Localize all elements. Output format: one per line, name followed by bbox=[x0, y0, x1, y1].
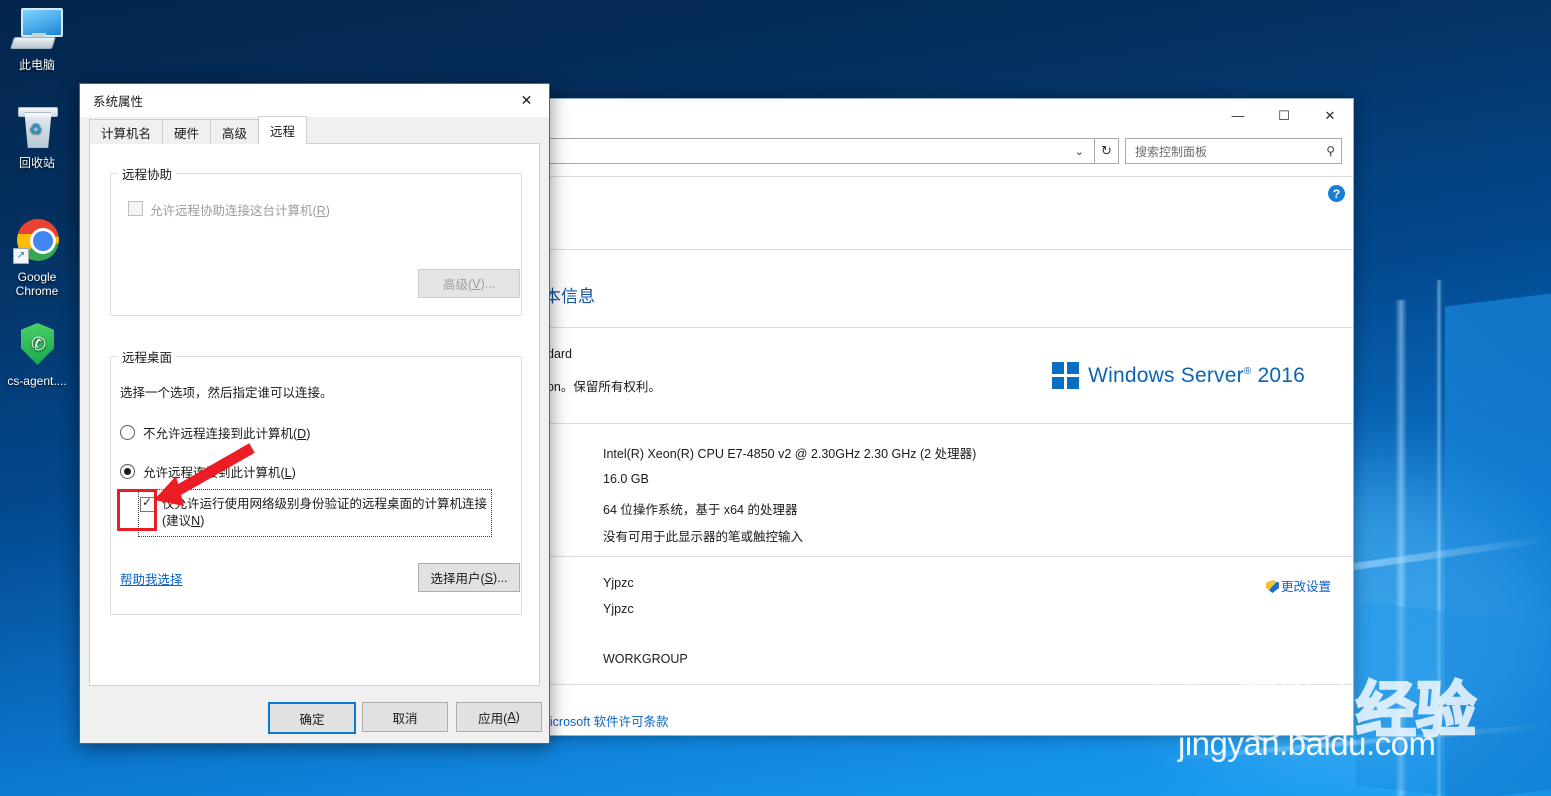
desktop-icon-this-pc[interactable]: 此电脑 bbox=[0, 6, 74, 72]
tab-remote[interactable]: 远程 bbox=[258, 116, 308, 144]
search-input[interactable]: 搜索控制面板 ⚲ bbox=[1125, 138, 1342, 164]
address-text: 统 bbox=[462, 143, 1069, 160]
system-properties-dialog: 系统属性 ✕ 计算机名 硬件 高级 远程 远程协助 允许远程协助连接这台计算机(… bbox=[79, 83, 550, 744]
nla-checkbox-row[interactable]: 仅允许运行使用网络级别身份验证的远程桌面的计算机连接(建议N) bbox=[140, 495, 488, 530]
desktop-icon-label: Google Chrome bbox=[15, 270, 59, 298]
close-button[interactable]: ✕ bbox=[1307, 100, 1353, 131]
allow-remote-option-row[interactable]: 允许远程连接到此计算机(L) bbox=[120, 462, 296, 481]
desktop-icon-label: 此电脑 bbox=[18, 58, 55, 72]
desktop-icon-label: 回收站 bbox=[18, 156, 55, 170]
watermark-url: jingyan.baidu.com bbox=[1178, 725, 1436, 762]
help-me-choose-link[interactable]: 帮助我选择 bbox=[120, 569, 183, 588]
system-type-value: 64 位操作系统，基于 x64 的处理器 bbox=[603, 503, 798, 517]
apply-button[interactable]: 应用(A) bbox=[456, 702, 542, 732]
ok-button[interactable]: 确定 bbox=[268, 702, 356, 734]
divider-under-edition bbox=[453, 423, 1353, 424]
desktop-icon-google-chrome[interactable]: ↗ Google Chrome bbox=[0, 218, 74, 298]
divider-top bbox=[453, 249, 1353, 250]
desktop-icon-cs-agent[interactable]: ✆ cs-agent.... bbox=[0, 322, 74, 388]
nla-checkbox[interactable] bbox=[140, 495, 155, 512]
monitor-icon bbox=[10, 6, 63, 54]
allow-remote-assistance-label: 允许远程协助连接这台计算机(R) bbox=[150, 204, 330, 218]
allow-remote-assistance-checkbox[interactable] bbox=[128, 201, 143, 216]
search-placeholder: 搜索控制面板 bbox=[1135, 144, 1208, 159]
tab-computer-name[interactable]: 计算机名 bbox=[89, 119, 164, 144]
shortcut-arrow-icon: ↗ bbox=[13, 248, 29, 264]
allow-remote-radio[interactable] bbox=[120, 464, 135, 479]
desktop-icon-label: cs-agent.... bbox=[7, 374, 67, 388]
cpu-value: Intel(R) Xeon(R) CPU E7-4850 v2 @ 2.30GH… bbox=[603, 447, 977, 461]
remote-desktop-instruction: 选择一个选项，然后指定谁可以连接。 bbox=[120, 386, 333, 400]
search-icon: ⚲ bbox=[1326, 144, 1335, 158]
advanced-button[interactable]: 高级(V)... bbox=[418, 269, 520, 298]
remote-desktop-group-title: 远程桌面 bbox=[122, 351, 173, 365]
deny-remote-option-row[interactable]: 不允许远程连接到此计算机(D) bbox=[120, 423, 310, 442]
control-panel-window: — ☐ ✕ 统 ⌄ ↻ 搜索控制面板 ⚲ ? 机的基本信息 rver 2016 … bbox=[452, 98, 1354, 736]
pen-touch-value: 没有可用于此显示器的笔或触控输入 bbox=[603, 530, 804, 544]
allow-remote-assistance-row[interactable]: 允许远程协助连接这台计算机(R) bbox=[128, 200, 330, 219]
desktop-icon-recycle-bin[interactable]: ♻ 回收站 bbox=[0, 104, 74, 170]
windows-flag-icon bbox=[1052, 362, 1080, 389]
minimize-button[interactable]: — bbox=[1215, 100, 1261, 131]
computer-name-value: Yjpzc bbox=[603, 576, 634, 590]
divider-under-title bbox=[453, 327, 1353, 328]
chrome-icon: ↗ bbox=[12, 218, 62, 266]
select-users-button[interactable]: 选择用户(S)... bbox=[418, 563, 520, 592]
tab-advanced[interactable]: 高级 bbox=[210, 119, 260, 144]
maximize-button[interactable]: ☐ bbox=[1261, 100, 1307, 131]
ram-value: 16.0 GB bbox=[603, 472, 649, 486]
tab-hardware[interactable]: 硬件 bbox=[162, 119, 212, 144]
full-computer-name-value: Yjpzc bbox=[603, 602, 634, 616]
refresh-button[interactable]: ↻ bbox=[1095, 138, 1119, 164]
windows-server-logo: Windows Server® 2016 bbox=[1052, 362, 1305, 389]
control-panel-body: ? 机的基本信息 rver 2016 Standard osoft Corpor… bbox=[453, 177, 1353, 729]
deny-remote-radio[interactable] bbox=[120, 425, 135, 440]
remote-assistance-group-title: 远程协助 bbox=[122, 168, 173, 182]
brand-text: Windows Server® 2016 bbox=[1088, 363, 1305, 387]
tab-panel-remote: 远程协助 允许远程协助连接这台计算机(R) 高级(V)... 远程桌面 选择一个… bbox=[89, 143, 540, 686]
dialog-title: 系统属性 bbox=[93, 95, 144, 109]
shield-icon bbox=[1265, 580, 1279, 593]
tab-strip: 计算机名 硬件 高级 远程 bbox=[89, 116, 540, 144]
chevron-down-icon[interactable]: ⌄ bbox=[1069, 145, 1090, 158]
workgroup-value: WORKGROUP bbox=[603, 652, 688, 666]
divider-workgroup bbox=[508, 556, 1353, 557]
change-settings-link[interactable]: 更改设置 bbox=[1265, 576, 1331, 595]
dialog-titlebar: 系统属性 ✕ bbox=[80, 84, 549, 117]
shield-green-icon: ✆ bbox=[12, 322, 62, 370]
control-panel-addressbar: 统 ⌄ ↻ 搜索控制面板 ⚲ bbox=[453, 132, 1353, 170]
nla-label: 仅允许运行使用网络级别身份验证的远程桌面的计算机连接(建议N) bbox=[162, 497, 488, 528]
dialog-close-button[interactable]: ✕ bbox=[504, 85, 549, 117]
deny-remote-label: 不允许远程连接到此计算机(D) bbox=[143, 427, 311, 441]
help-icon[interactable]: ? bbox=[1328, 185, 1345, 202]
recycle-bin-icon: ♻ bbox=[12, 104, 62, 152]
dialog-content: 计算机名 硬件 高级 远程 远程协助 允许远程协助连接这台计算机(R) 高级(V… bbox=[80, 116, 549, 686]
allow-remote-label: 允许远程连接到此计算机(L) bbox=[143, 466, 296, 480]
cancel-button[interactable]: 取消 bbox=[362, 702, 448, 732]
control-panel-titlebar: — ☐ ✕ bbox=[453, 99, 1353, 132]
screen-root: 此电脑 ♻ 回收站 ↗ Google Chrome ✆ cs-agent....… bbox=[0, 0, 1551, 796]
